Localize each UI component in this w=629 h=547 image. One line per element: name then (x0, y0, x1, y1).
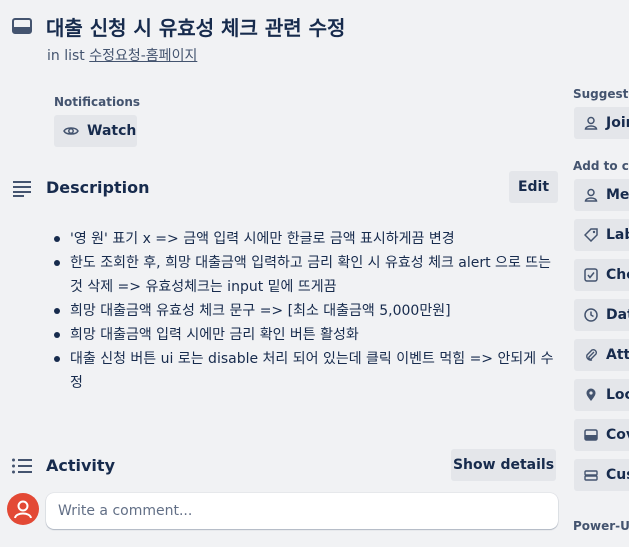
tag-icon (584, 228, 598, 242)
attachment-label: Attachment (606, 347, 629, 363)
comment-input[interactable]: Write a comment... (46, 493, 558, 529)
avatar[interactable] (7, 493, 39, 525)
description-item: 한도 조회한 후, 희망 대출금액 입력하고 금리 확인 시 유효성 체크 al… (52, 251, 560, 299)
list-name-link[interactable]: 수정요청-홈페이지 (89, 48, 197, 64)
card-icon (12, 16, 32, 36)
person-icon (584, 188, 598, 202)
paperclip-icon (584, 348, 598, 362)
notifications-label: Notifications (54, 95, 141, 109)
location-button[interactable]: Location (574, 379, 629, 411)
cover-label: Cover (606, 427, 629, 443)
custom-fields-label: Custom Fields (606, 467, 629, 483)
custom-fields-icon (584, 468, 598, 482)
attachment-button[interactable]: Attachment (574, 339, 629, 371)
edit-description-button[interactable]: Edit (509, 171, 558, 203)
add-to-card-label: Add to card (573, 159, 629, 173)
custom-fields-button[interactable]: Custom Fields (574, 459, 629, 491)
card-title[interactable]: 대출 신청 시 유효성 체크 관련 수정 (46, 12, 345, 41)
checkbox-icon (584, 268, 598, 282)
in-list-prefix: in list (47, 48, 85, 64)
watch-button[interactable]: Watch (54, 115, 137, 147)
cover-button[interactable]: Cover (574, 419, 629, 451)
user-silhouette-icon (14, 500, 32, 519)
cover-icon (584, 428, 598, 442)
description-heading: Description (46, 178, 150, 197)
join-button[interactable]: Join (574, 107, 629, 139)
description-list[interactable]: '영 원' 표기 x => 금액 입력 시에만 한글로 금액 표시하게끔 변경 … (52, 227, 560, 395)
dates-label: Dates (606, 307, 629, 323)
members-button[interactable]: Members (574, 179, 629, 211)
show-details-button[interactable]: Show details (451, 449, 556, 481)
power-ups-label: Power-Ups (573, 519, 629, 533)
list-breadcrumb: in list 수정요청-홈페이지 (47, 45, 197, 65)
suggested-label: Suggested (573, 87, 629, 101)
description-item: 대출 신청 버튼 ui 로는 disable 처리 되어 있는데 클릭 이벤트 … (52, 347, 560, 395)
description-item: 희망 대출금액 입력 시에만 금리 확인 버튼 활성화 (52, 323, 560, 347)
activity-heading: Activity (46, 456, 115, 475)
dates-button[interactable]: Dates (574, 299, 629, 331)
location-pin-icon (584, 388, 598, 402)
activity-icon (11, 456, 33, 476)
members-label: Members (606, 187, 629, 203)
eye-icon (63, 123, 79, 139)
watch-label: Watch (87, 123, 137, 139)
labels-label: Labels (606, 227, 629, 243)
description-item: '영 원' 표기 x => 금액 입력 시에만 한글로 금액 표시하게끔 변경 (52, 227, 560, 251)
join-label: Join (606, 115, 629, 131)
description-icon (12, 178, 32, 198)
description-item: 희망 대출금액 유효성 체크 문구 => [최소 대출금액 5,000만원] (52, 299, 560, 323)
checklist-button[interactable]: Checklist (574, 259, 629, 291)
person-icon (584, 116, 598, 130)
clock-icon (584, 308, 598, 322)
location-label: Location (606, 387, 629, 403)
labels-button[interactable]: Labels (574, 219, 629, 251)
checklist-label: Checklist (606, 267, 629, 283)
